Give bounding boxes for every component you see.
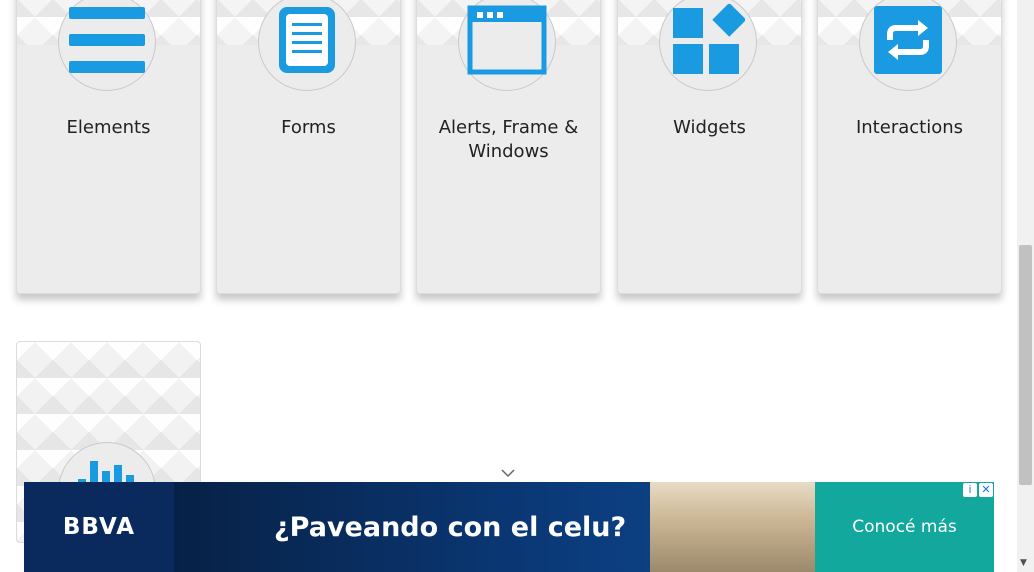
scrollbar-thumb[interactable] bbox=[1019, 245, 1032, 485]
ad-brand-logo: BBVA bbox=[24, 482, 174, 572]
chevron-down-icon[interactable] bbox=[500, 466, 516, 482]
vertical-scrollbar[interactable]: ▼ bbox=[1017, 0, 1034, 572]
card-alerts-frame-windows[interactable]: Alerts, Frame & Windows bbox=[416, 0, 601, 294]
scroll-down-arrow-icon[interactable]: ▼ bbox=[1020, 558, 1027, 568]
card-icon-circle bbox=[258, 0, 356, 91]
card-icon-circle bbox=[58, 0, 156, 91]
card-widgets[interactable]: Widgets bbox=[617, 0, 802, 294]
card-forms[interactable]: Forms bbox=[216, 0, 401, 294]
ad-controls: i ✕ bbox=[963, 483, 993, 497]
ad-headline: ¿Paveando con el celu? bbox=[274, 511, 627, 543]
card-title-interactions: Interactions bbox=[855, 117, 964, 138]
card-icon-circle bbox=[859, 0, 957, 91]
ad-close-icon[interactable]: ✕ bbox=[979, 483, 993, 497]
hamburger-menu-icon bbox=[67, 5, 147, 79]
card-title-widgets: Widgets bbox=[673, 117, 746, 138]
ad-brand-text: BBVA bbox=[62, 514, 136, 540]
card-title-elements: Elements bbox=[66, 117, 151, 138]
card-interactions[interactable]: Interactions bbox=[817, 0, 1002, 294]
card-icon-circle bbox=[458, 0, 556, 91]
widgets-blocks-icon bbox=[671, 2, 747, 80]
card-icon-circle bbox=[659, 0, 757, 91]
card-title-alerts: Alerts, Frame & Windows bbox=[438, 117, 579, 162]
ad-banner[interactable]: BBVA ¿Paveando con el celu? Conocé más i… bbox=[24, 482, 994, 572]
repeat-arrows-icon bbox=[872, 4, 944, 80]
card-elements[interactable]: Elements bbox=[16, 0, 201, 294]
ad-main-area[interactable]: ¿Paveando con el celu? bbox=[174, 482, 815, 572]
ad-photo bbox=[650, 482, 815, 572]
document-icon bbox=[277, 5, 337, 79]
ad-info-icon[interactable]: i bbox=[963, 483, 977, 497]
browser-window-icon bbox=[467, 5, 547, 79]
card-title-forms: Forms bbox=[281, 117, 336, 138]
